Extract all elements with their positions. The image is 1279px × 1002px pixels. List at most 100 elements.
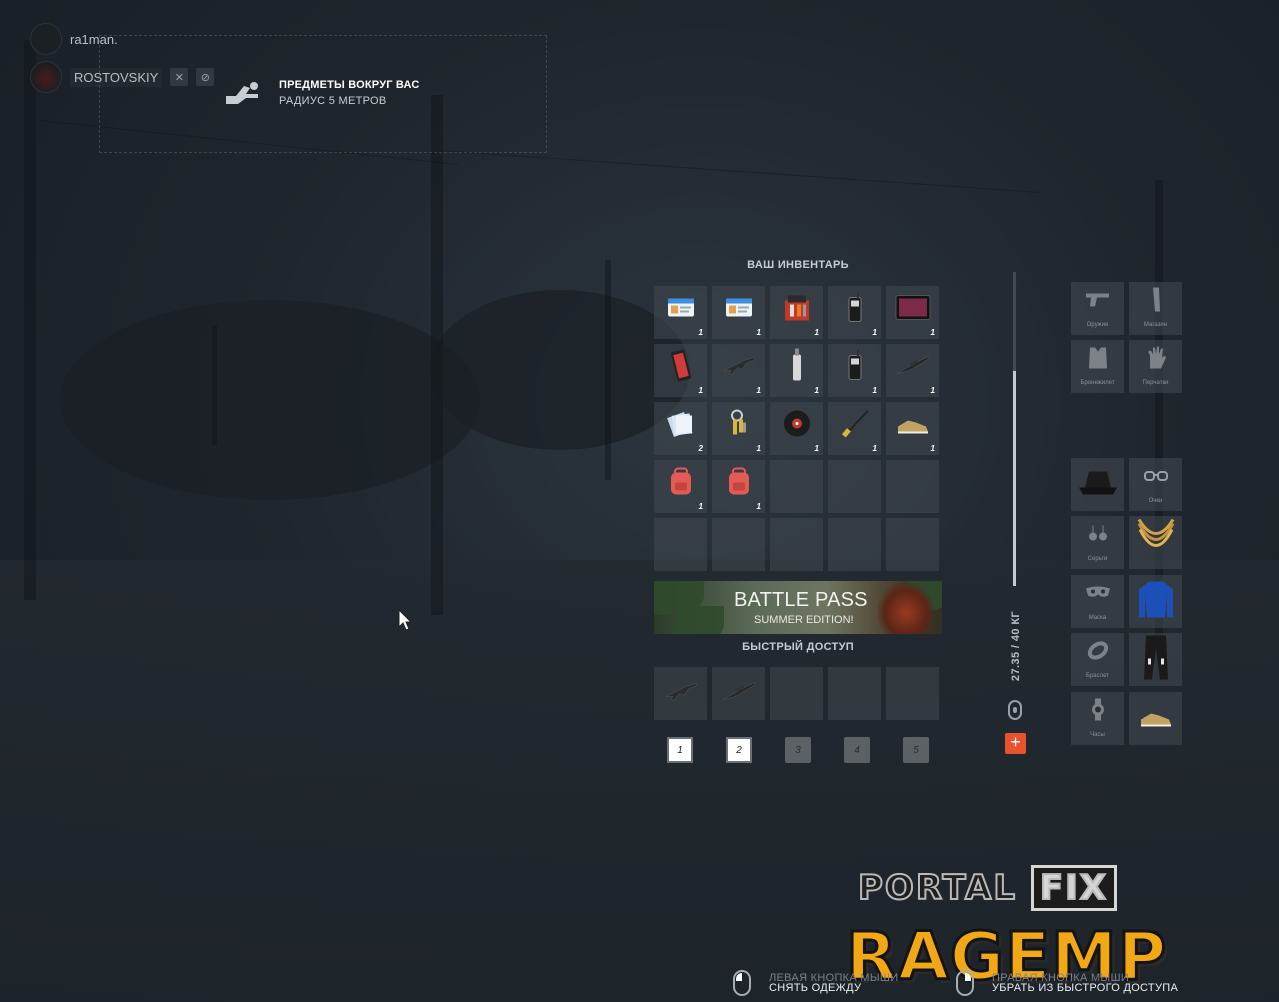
weight-text: 27.35 / 40 КГ xyxy=(1010,610,1022,682)
inventory-slot-empty[interactable] xyxy=(886,460,939,513)
keys-icon xyxy=(727,409,751,444)
hotkey-1[interactable]: 1 xyxy=(667,737,693,763)
quick-access-slot-empty[interactable] xyxy=(770,667,823,720)
inventory-slot[interactable]: 1 xyxy=(712,344,765,397)
inventory-slot-empty[interactable] xyxy=(654,518,707,571)
canister-icon xyxy=(790,348,804,388)
inventory-slot-empty[interactable] xyxy=(770,460,823,513)
toolbox-icon xyxy=(782,293,812,328)
inventory-grid: 1 1 1 1 1 1 1 1 1 1 2 1 1 1 1 1 1 xyxy=(654,286,939,571)
watermark-portal-fix: PORTAL FIX xyxy=(857,865,1117,911)
glasses-icon xyxy=(1143,469,1168,487)
shoes-icon xyxy=(896,413,930,440)
sniper-icon xyxy=(722,681,756,706)
blue-jacket-icon xyxy=(1137,579,1175,624)
item-quantity: 1 xyxy=(698,502,703,511)
rifle-icon xyxy=(664,681,698,706)
phone-icon xyxy=(670,350,692,387)
hotkey-5[interactable]: 5 xyxy=(903,737,929,763)
equipment-slot[interactable] xyxy=(1129,516,1182,569)
inventory-slot-empty[interactable] xyxy=(828,518,881,571)
equipment-slot[interactable] xyxy=(1129,692,1182,745)
id-card-icon xyxy=(725,298,752,322)
gold-chain-icon xyxy=(1135,517,1177,568)
item-quantity: 1 xyxy=(814,386,819,395)
hint-right-mouse-action: УБРАТЬ ИЗ БЫСТРОГО ДОСТУПА xyxy=(992,982,1179,994)
inventory-slot-empty[interactable] xyxy=(828,460,881,513)
item-quantity: 1 xyxy=(698,328,703,337)
equipment-slot[interactable]: Оружие xyxy=(1071,282,1124,335)
inventory-slot-empty[interactable] xyxy=(712,518,765,571)
mouse-icon xyxy=(1008,700,1022,720)
inventory-slot[interactable]: 1 xyxy=(828,402,881,455)
inventory-slot[interactable]: 1 xyxy=(712,460,765,513)
equipment-slot[interactable]: Серьги xyxy=(1071,516,1124,569)
pants-icon xyxy=(1142,634,1170,685)
quick-access-slot-empty[interactable] xyxy=(886,667,939,720)
item-quantity: 1 xyxy=(756,386,761,395)
equipment-slot-label: Оружие xyxy=(1086,322,1109,328)
leaf-decoration xyxy=(674,606,724,634)
equipment-slot[interactable]: Перчатки xyxy=(1129,340,1182,393)
add-capacity-button[interactable]: + xyxy=(1005,733,1026,754)
inventory-slot-empty[interactable] xyxy=(770,518,823,571)
equipment-slot[interactable]: Часы xyxy=(1071,692,1124,745)
equipment-slot[interactable] xyxy=(1129,575,1182,628)
equipment-slot[interactable] xyxy=(1071,458,1124,511)
quick-access-slot-empty[interactable] xyxy=(828,667,881,720)
hotkey-3[interactable]: 3 xyxy=(785,737,811,763)
equipment-slot-label: Магазин xyxy=(1143,322,1168,328)
equipment-slot[interactable]: Магазин xyxy=(1129,282,1182,335)
item-quantity: 1 xyxy=(756,328,761,337)
mouse-cursor-icon xyxy=(398,609,412,631)
hand-icon xyxy=(226,82,258,104)
backpack-icon xyxy=(726,467,752,501)
watch-icon xyxy=(1090,698,1106,727)
shoes-icon xyxy=(1139,705,1173,732)
inventory-slot[interactable]: 1 xyxy=(886,344,939,397)
item-quantity: 1 xyxy=(872,386,877,395)
equipment-slot[interactable]: Маска xyxy=(1071,575,1124,628)
nearby-items-dropzone[interactable] xyxy=(99,35,547,153)
vinyl-icon xyxy=(783,410,811,443)
inventory-slot[interactable]: 2 xyxy=(654,402,707,455)
equipment-slot[interactable]: Очки xyxy=(1129,458,1182,511)
inventory-slot[interactable]: 1 xyxy=(828,286,881,339)
equipment-slot[interactable] xyxy=(1129,633,1182,686)
inventory-slot[interactable]: 1 xyxy=(828,344,881,397)
hotkey-4[interactable]: 4 xyxy=(844,737,870,763)
mask-icon xyxy=(1085,586,1111,605)
watermark-fix: FIX xyxy=(1030,865,1117,911)
magazine-icon xyxy=(1150,287,1162,318)
inventory-slot[interactable]: 1 xyxy=(770,286,823,339)
quick-access-slot[interactable] xyxy=(712,667,765,720)
equipment-slot-label: Маска xyxy=(1088,615,1107,621)
left-mouse-icon xyxy=(733,970,751,996)
inventory-slot[interactable]: 1 xyxy=(712,402,765,455)
inventory-slot[interactable]: 1 xyxy=(770,344,823,397)
inventory-slot[interactable]: 1 xyxy=(654,460,707,513)
backpack-icon xyxy=(668,467,694,501)
inventory-slot[interactable]: 1 xyxy=(654,344,707,397)
hotkey-2[interactable]: 2 xyxy=(726,737,752,763)
equipment-slot-label: Браслет xyxy=(1086,673,1109,679)
item-quantity: 1 xyxy=(930,386,935,395)
inventory-slot[interactable]: 1 xyxy=(886,286,939,339)
item-quantity: 1 xyxy=(756,444,761,453)
papers-icon xyxy=(666,409,696,444)
equipment-slot[interactable]: Браслет xyxy=(1071,633,1124,686)
equipment-slot[interactable]: Бронежилет xyxy=(1071,340,1124,393)
item-quantity: 1 xyxy=(814,444,819,453)
avatar xyxy=(30,61,62,93)
inventory-slot-empty[interactable] xyxy=(886,518,939,571)
inventory-slot[interactable]: 1 xyxy=(654,286,707,339)
inventory-slot[interactable]: 1 xyxy=(886,402,939,455)
bracelet-icon xyxy=(1086,640,1110,667)
inventory-slot[interactable]: 1 xyxy=(770,402,823,455)
hint-left-mouse-action: СНЯТЬ ОДЕЖДУ xyxy=(769,982,862,994)
quick-access-slot[interactable] xyxy=(654,667,707,720)
quick-access-title: БЫСТРЫЙ ДОСТУП xyxy=(742,641,854,653)
battle-pass-banner[interactable]: BATTLE PASS SUMMER EDITION! xyxy=(654,581,942,634)
item-quantity: 1 xyxy=(814,328,819,337)
inventory-slot[interactable]: 1 xyxy=(712,286,765,339)
